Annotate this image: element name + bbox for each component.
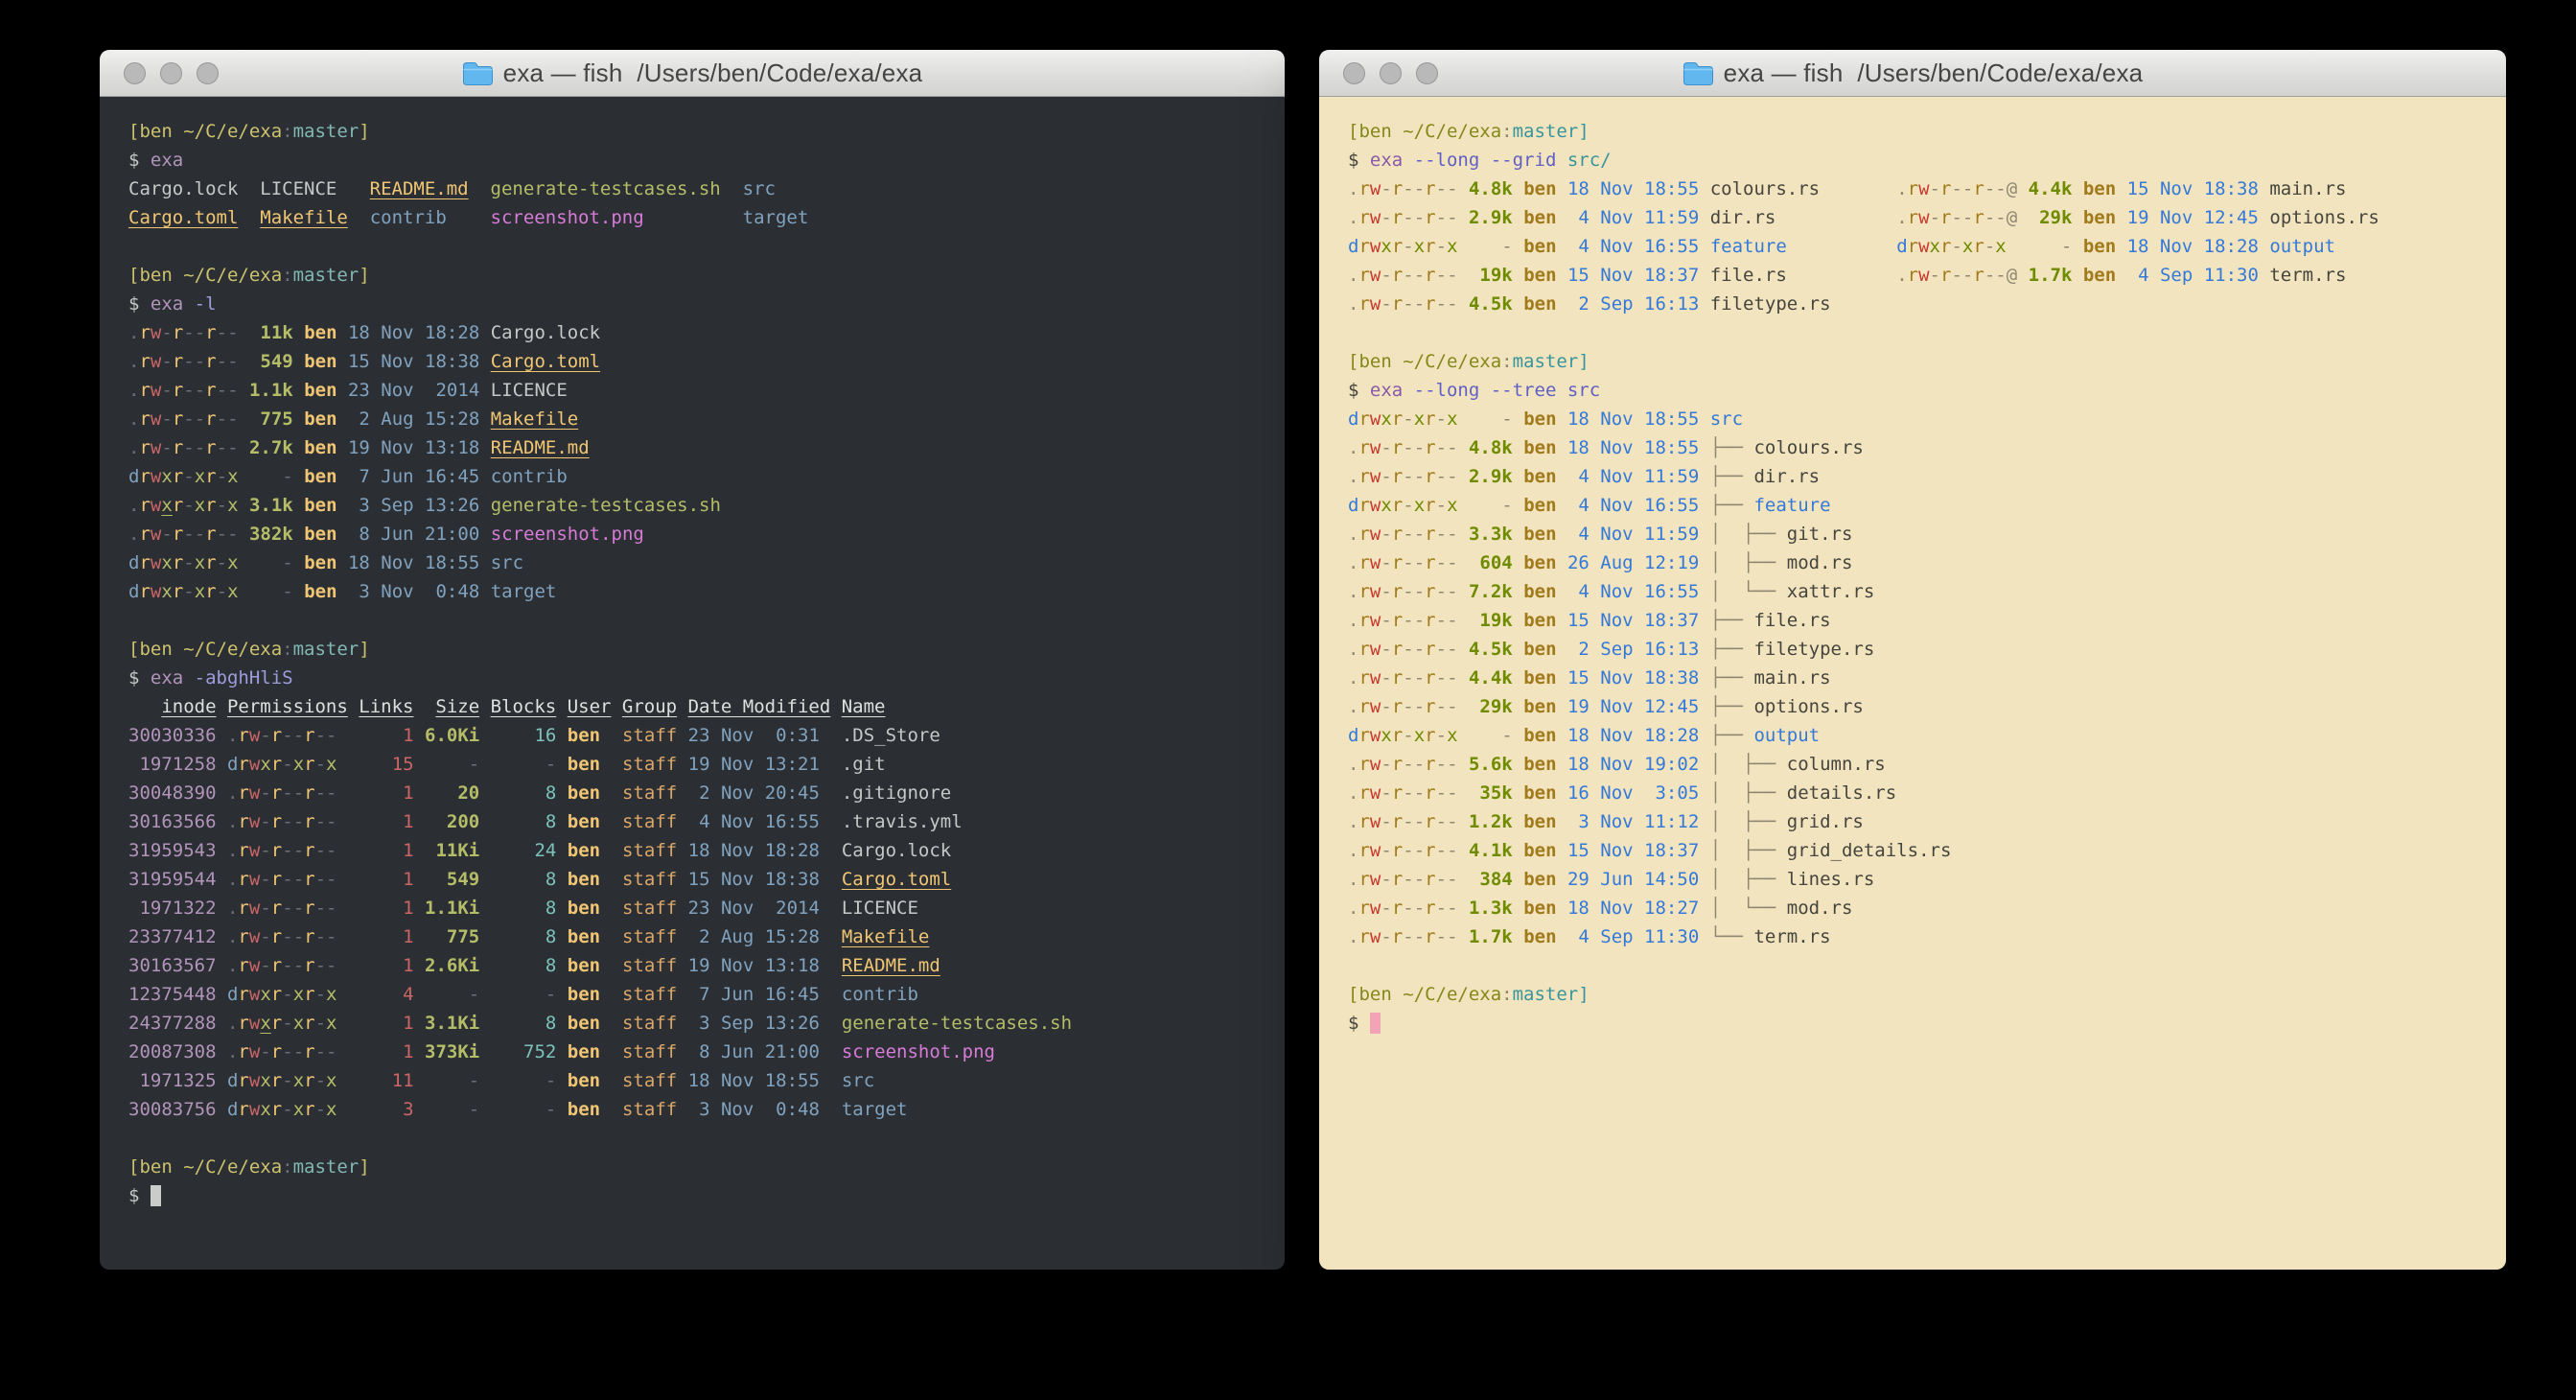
- terminal-line: .rw-r--r-- 2.9k ben 4 Nov 11:59 dir.rs .…: [1348, 203, 2506, 232]
- terminal-line: [ben ~/C/e/exa:master]: [128, 1153, 1285, 1181]
- traffic-lights: [1319, 62, 1438, 84]
- terminal-line: 23377412 .rw-r--r-- 1 775 8 ben staff 2 …: [128, 922, 1285, 951]
- title-bar[interactable]: exa — fish /Users/ben/Code/exa/exa: [1319, 50, 2506, 97]
- terminal-line: [ben ~/C/e/exa:master]: [128, 261, 1285, 290]
- terminal-line: .rw-r--r-- 11k ben 18 Nov 18:28 Cargo.lo…: [128, 318, 1285, 347]
- terminal-line: 31959543 .rw-r--r-- 1 11Ki 24 ben staff …: [128, 836, 1285, 865]
- terminal-line: .rwxr-xr-x 3.1k ben 3 Sep 13:26 generate…: [128, 491, 1285, 520]
- terminal-line: [1348, 318, 2506, 347]
- terminal-line: $: [128, 1181, 1285, 1210]
- terminal-line: .rw-r--r-- 3.3k ben 4 Nov 11:59 │ ├── gi…: [1348, 520, 2506, 548]
- terminal-line: .rw-r--r-- 29k ben 19 Nov 12:45 ├── opti…: [1348, 692, 2506, 721]
- terminal-line: $ exa: [128, 146, 1285, 175]
- terminal-line: .rw-r--r-- 604 ben 26 Aug 12:19 │ ├── mo…: [1348, 548, 2506, 577]
- terminal-line: 24377288 .rwxr-xr-x 1 3.1Ki 8 ben staff …: [128, 1009, 1285, 1038]
- terminal-line: 1971322 .rw-r--r-- 1 1.1Ki 8 ben staff 2…: [128, 894, 1285, 922]
- terminal-line: .rw-r--r-- 19k ben 15 Nov 18:37 ├── file…: [1348, 606, 2506, 635]
- terminal-line: .rw-r--r-- 4.8k ben 18 Nov 18:55 ├── col…: [1348, 433, 2506, 462]
- minimize-button[interactable]: [160, 62, 182, 84]
- terminal-line: .rw-r--r-- 1.2k ben 3 Nov 11:12 │ ├── gr…: [1348, 807, 2506, 836]
- terminal-line: 30083756 drwxr-xr-x 3 - - ben staff 3 No…: [128, 1095, 1285, 1124]
- close-button[interactable]: [124, 62, 146, 84]
- terminal-line: 30048390 .rw-r--r-- 1 20 8 ben staff 2 N…: [128, 779, 1285, 807]
- terminal-line: drwxr-xr-x - ben 18 Nov 18:28 ├── output: [1348, 721, 2506, 750]
- terminal-screen[interactable]: [ben ~/C/e/exa:master]$ exa --long --gri…: [1319, 97, 2506, 1270]
- terminal-line: .rw-r--r-- 5.6k ben 18 Nov 19:02 │ ├── c…: [1348, 750, 2506, 779]
- terminal-line: .rw-r--r-- 35k ben 16 Nov 3:05 │ ├── det…: [1348, 779, 2506, 807]
- terminal-line: 1971325 drwxr-xr-x 11 - - ben staff 18 N…: [128, 1066, 1285, 1095]
- terminal-line: inode Permissions Links Size Blocks User…: [128, 692, 1285, 721]
- terminal-line: 30163566 .rw-r--r-- 1 200 8 ben staff 4 …: [128, 807, 1285, 836]
- terminal-window-right: exa — fish /Users/ben/Code/exa/exa [ben …: [1319, 50, 2506, 1270]
- terminal-line: $ exa -abghHliS: [128, 664, 1285, 692]
- folder-icon: [462, 60, 494, 86]
- terminal-line: .rw-r--r-- 1.7k ben 4 Sep 11:30 └── term…: [1348, 922, 2506, 951]
- zoom-button[interactable]: [197, 62, 219, 84]
- terminal-line: Cargo.lock LICENCE README.md generate-te…: [128, 175, 1285, 203]
- terminal-line: [1348, 951, 2506, 980]
- terminal-line: 30030336 .rw-r--r-- 1 6.0Ki 16 ben staff…: [128, 721, 1285, 750]
- terminal-line: .rw-r--r-- 4.5k ben 2 Sep 16:13 filetype…: [1348, 290, 2506, 318]
- terminal-line: drwxr-xr-x - ben 18 Nov 18:55 src: [128, 548, 1285, 577]
- title-area: exa — fish /Users/ben/Code/exa/exa: [1319, 50, 2506, 96]
- close-button[interactable]: [1343, 62, 1365, 84]
- text-cursor: [151, 1185, 161, 1206]
- terminal-line: drwxr-xr-x - ben 4 Nov 16:55 ├── feature: [1348, 491, 2506, 520]
- terminal-line: $ exa --long --tree src: [1348, 376, 2506, 405]
- minimize-button[interactable]: [1380, 62, 1402, 84]
- terminal-line: .rw-r--r-- 549 ben 15 Nov 18:38 Cargo.to…: [128, 347, 1285, 376]
- terminal-window-left: exa — fish /Users/ben/Code/exa/exa [ben …: [100, 50, 1285, 1270]
- terminal-line: Cargo.toml Makefile contrib screenshot.p…: [128, 203, 1285, 232]
- terminal-line: .rw-r--r-- 2.9k ben 4 Nov 11:59 ├── dir.…: [1348, 462, 2506, 491]
- title-area: exa — fish /Users/ben/Code/exa/exa: [100, 50, 1285, 96]
- terminal-line: drwxr-xr-x - ben 4 Nov 16:55 feature drw…: [1348, 232, 2506, 261]
- terminal-line: .rw-r--r-- 384 ben 29 Jun 14:50 │ ├── li…: [1348, 865, 2506, 894]
- terminal-line: .rw-r--r-- 775 ben 2 Aug 15:28 Makefile: [128, 405, 1285, 433]
- terminal-line: $: [1348, 1009, 2506, 1038]
- terminal-line: [128, 1124, 1285, 1153]
- window-title: exa — fish /Users/ben/Code/exa/exa: [503, 58, 923, 88]
- terminal-line: 12375448 drwxr-xr-x 4 - - ben staff 7 Ju…: [128, 980, 1285, 1009]
- title-bar[interactable]: exa — fish /Users/ben/Code/exa/exa: [100, 50, 1285, 97]
- terminal-line: [128, 232, 1285, 261]
- traffic-lights: [100, 62, 219, 84]
- terminal-line: drwxr-xr-x - ben 7 Jun 16:45 contrib: [128, 462, 1285, 491]
- terminal-line: $ exa -l: [128, 290, 1285, 318]
- terminal-line: 20087308 .rw-r--r-- 1 373Ki 752 ben staf…: [128, 1038, 1285, 1066]
- terminal-line: .rw-r--r-- 2.7k ben 19 Nov 13:18 README.…: [128, 433, 1285, 462]
- terminal-line: .rw-r--r-- 4.8k ben 18 Nov 18:55 colours…: [1348, 175, 2506, 203]
- desktop: { "windows": [ { "id": "left-terminal", …: [0, 0, 2576, 1400]
- terminal-line: .rw-r--r-- 19k ben 15 Nov 18:37 file.rs …: [1348, 261, 2506, 290]
- terminal-line: [ben ~/C/e/exa:master]: [128, 117, 1285, 146]
- terminal-line: drwxr-xr-x - ben 3 Nov 0:48 target: [128, 577, 1285, 606]
- terminal-line: [128, 606, 1285, 635]
- terminal-line: [ben ~/C/e/exa:master]: [128, 635, 1285, 664]
- terminal-line: .rw-r--r-- 382k ben 8 Jun 21:00 screensh…: [128, 520, 1285, 548]
- terminal-line: [ben ~/C/e/exa:master]: [1348, 347, 2506, 376]
- terminal-line: 1971258 drwxr-xr-x 15 - - ben staff 19 N…: [128, 750, 1285, 779]
- terminal-line: 30163567 .rw-r--r-- 1 2.6Ki 8 ben staff …: [128, 951, 1285, 980]
- terminal-line: [ben ~/C/e/exa:master]: [1348, 980, 2506, 1009]
- window-title: exa — fish /Users/ben/Code/exa/exa: [1724, 58, 2144, 88]
- terminal-line: .rw-r--r-- 1.1k ben 23 Nov 2014 LICENCE: [128, 376, 1285, 405]
- terminal-line: .rw-r--r-- 4.4k ben 15 Nov 18:38 ├── mai…: [1348, 664, 2506, 692]
- terminal-line: .rw-r--r-- 4.1k ben 15 Nov 18:37 │ ├── g…: [1348, 836, 2506, 865]
- terminal-line: .rw-r--r-- 4.5k ben 2 Sep 16:13 ├── file…: [1348, 635, 2506, 664]
- zoom-button[interactable]: [1416, 62, 1438, 84]
- folder-icon: [1683, 60, 1714, 86]
- terminal-screen[interactable]: [ben ~/C/e/exa:master]$ exaCargo.lock LI…: [100, 97, 1285, 1270]
- terminal-line: $ exa --long --grid src/: [1348, 146, 2506, 175]
- text-cursor: [1370, 1013, 1381, 1034]
- terminal-line: 31959544 .rw-r--r-- 1 549 8 ben staff 15…: [128, 865, 1285, 894]
- terminal-line: .rw-r--r-- 1.3k ben 18 Nov 18:27 │ └── m…: [1348, 894, 2506, 922]
- terminal-line: [ben ~/C/e/exa:master]: [1348, 117, 2506, 146]
- terminal-line: drwxr-xr-x - ben 18 Nov 18:55 src: [1348, 405, 2506, 433]
- terminal-line: .rw-r--r-- 7.2k ben 4 Nov 16:55 │ └── xa…: [1348, 577, 2506, 606]
